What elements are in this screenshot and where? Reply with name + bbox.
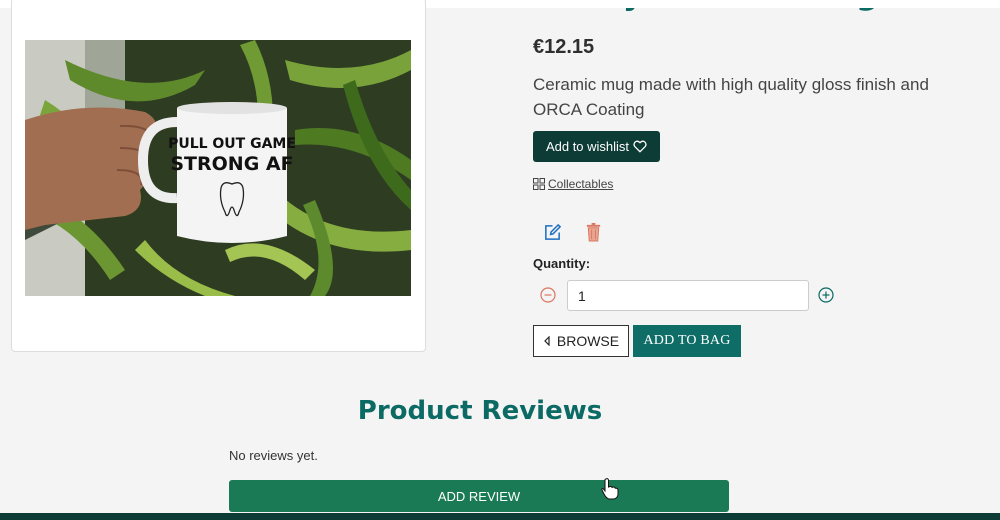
trash-icon[interactable] — [584, 222, 603, 242]
quantity-input[interactable] — [567, 280, 809, 311]
grid-icon — [533, 178, 545, 190]
chevron-left-icon — [544, 336, 550, 346]
minus-circle-icon[interactable] — [540, 287, 556, 303]
product-description: Ceramic mug made with high quality gloss… — [533, 75, 929, 119]
pencil-square-icon[interactable] — [543, 223, 562, 242]
browse-label: BROWSE — [556, 333, 620, 349]
mug-text-line2: STRONG AF — [170, 153, 293, 175]
wishlist-label: Add to wishlist — [545, 139, 630, 154]
collectables-link[interactable]: Collectables — [548, 177, 613, 191]
footer-edge — [0, 513, 1000, 520]
add-review-button[interactable]: ADD REVIEW — [229, 480, 729, 512]
no-reviews-text: No reviews yet. — [229, 448, 318, 463]
mug-text-line1: PULL OUT GAME — [168, 136, 296, 152]
quantity-label: Quantity: — [533, 256, 591, 271]
product-image: PULL OUT GAME STRONG AF — [25, 40, 411, 296]
add-to-bag-button[interactable]: ADD TO BAG — [633, 325, 741, 357]
reviews-heading: Product Reviews — [357, 396, 603, 426]
heart-icon — [633, 140, 647, 153]
plus-circle-icon[interactable] — [818, 287, 834, 303]
add-to-wishlist-button[interactable]: Add to wishlist — [533, 131, 660, 162]
hand-pointer-icon — [601, 478, 619, 500]
product-price: €12.15 — [533, 36, 595, 58]
browse-button[interactable]: BROWSE — [533, 325, 629, 357]
collectables-tag: Collectables — [533, 177, 613, 191]
